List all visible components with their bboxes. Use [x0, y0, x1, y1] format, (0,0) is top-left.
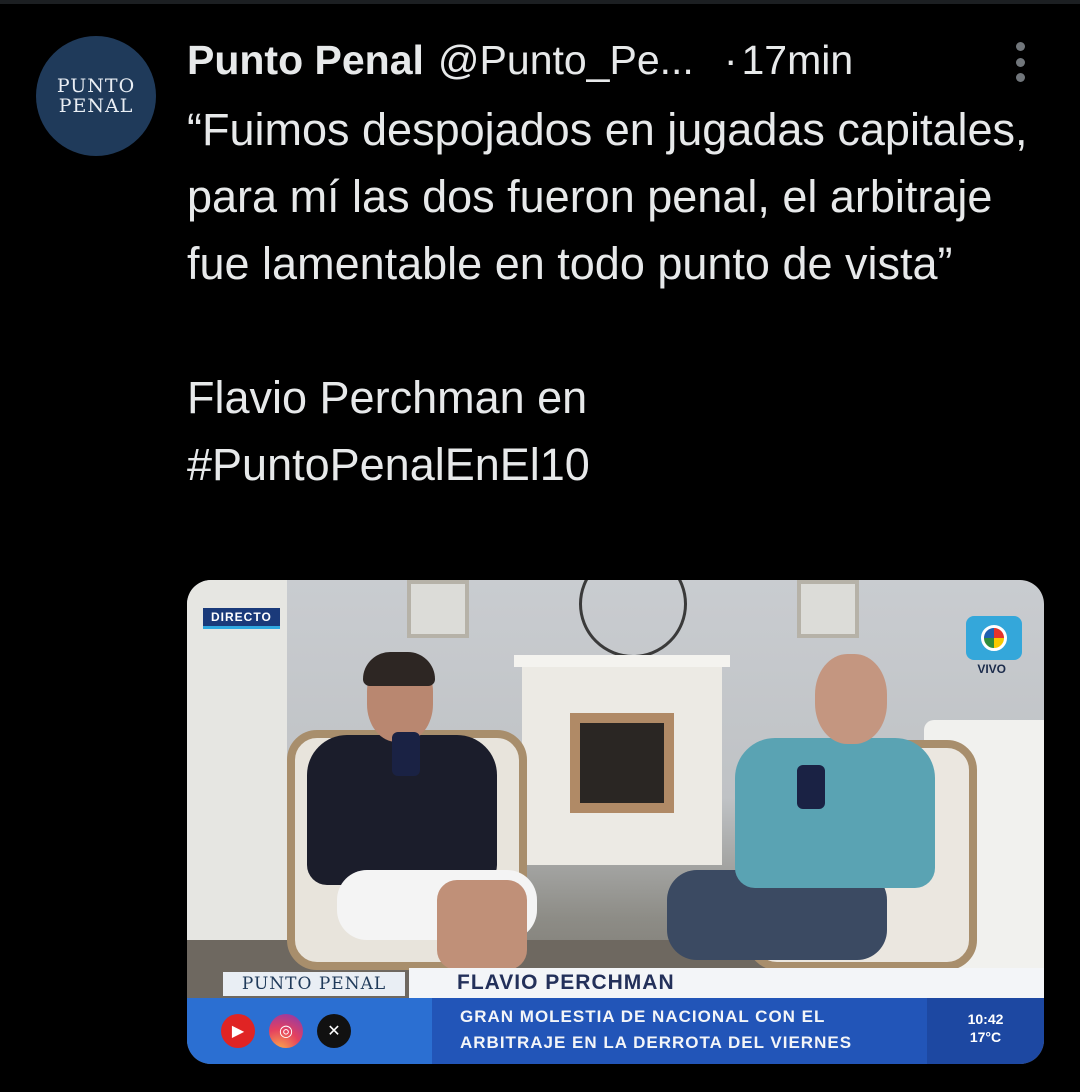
youtube-icon: ▶	[221, 1014, 255, 1048]
tweet-text: “Fuimos despojados en jugadas capitales,…	[187, 96, 1057, 498]
person-right-head	[815, 654, 887, 744]
tweet-credit: Flavio Perchman en	[187, 372, 588, 423]
user-handle[interactable]: @Punto_Pe...	[438, 37, 694, 84]
social-icons: ▶ ◎ ✕	[187, 998, 432, 1064]
instagram-icon: ◎	[269, 1014, 303, 1048]
headline-line1: GRAN MOLESTIA DE NACIONAL CON EL	[460, 1007, 826, 1026]
more-options-icon[interactable]	[1006, 42, 1034, 82]
fireplace-opening	[570, 713, 674, 813]
x-icon: ✕	[317, 1014, 351, 1048]
person-left-shin	[437, 880, 527, 970]
lower-third-name: FLAVIO PERCHMAN	[409, 968, 1044, 998]
microphone-icon	[797, 765, 825, 809]
tweet-header: Punto Penal @Punto_Pe... · 17min	[187, 30, 853, 90]
vivo-label: VIVO	[977, 662, 1006, 676]
dot	[1015, 73, 1025, 82]
avatar[interactable]: PUNTO PENAL	[36, 36, 156, 156]
headline-line2: ARBITRAJE EN LA DERROTA DEL VIERNES	[460, 1033, 853, 1052]
scene-fireplace	[514, 655, 730, 865]
person-left-hair	[363, 652, 435, 686]
tweet-quote: “Fuimos despojados en jugadas capitales,…	[187, 104, 1028, 289]
dot	[1015, 57, 1025, 67]
temperature: 17°C	[969, 1029, 1002, 1045]
lower-third-headline: GRAN MOLESTIA DE NACIONAL CON EL ARBITRA…	[432, 998, 927, 1064]
channel-logo-icon	[966, 616, 1022, 660]
channel-ring-icon	[981, 625, 1007, 651]
display-name[interactable]: Punto Penal	[187, 37, 424, 84]
lower-third-brand: PUNTO PENAL	[223, 972, 405, 996]
scene-clock	[579, 580, 687, 658]
clock-time: 10:42	[967, 1011, 1004, 1027]
tweet-timestamp[interactable]: 17min	[741, 37, 853, 84]
avatar-text-line1: PUNTO	[56, 75, 136, 97]
lower-third: PUNTO PENAL FLAVIO PERCHMAN ▶ ◎ ✕ GRAN M…	[187, 968, 1044, 1064]
microphone-icon	[392, 732, 420, 776]
tweet-media-image[interactable]: DIRECTO VIVO PUNTO PENAL FLAVIO PERCHMAN…	[187, 580, 1044, 1064]
scene-wall	[187, 580, 287, 970]
hashtag-link[interactable]: #PuntoPenalEnEl10	[187, 431, 1057, 498]
live-tag: DIRECTO	[203, 608, 280, 629]
fireplace-mantel	[514, 655, 730, 667]
person-right-body	[735, 738, 935, 888]
dot	[1015, 42, 1025, 51]
avatar-text-line2: PENAL	[58, 95, 134, 117]
scene-frame	[797, 580, 859, 638]
top-divider	[0, 0, 1080, 4]
lower-third-clock: 10:42 17°C	[927, 998, 1044, 1064]
scene-frame	[407, 580, 469, 638]
separator-dot: ·	[723, 36, 738, 83]
